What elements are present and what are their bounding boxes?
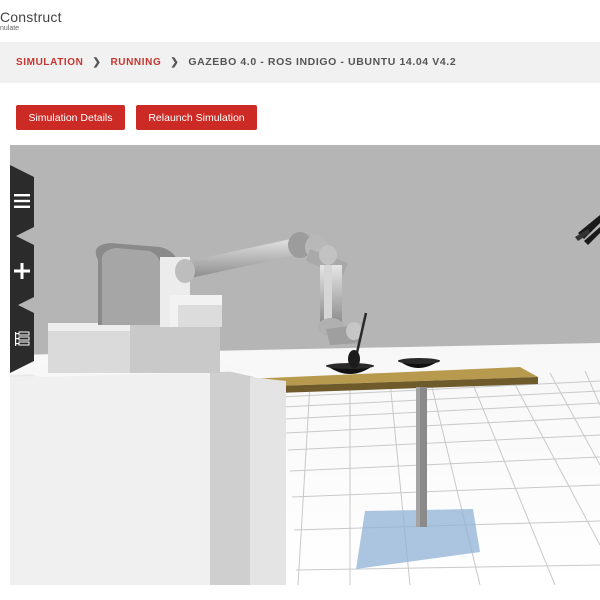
brand-logo[interactable]: Construct nulate	[0, 9, 62, 32]
brand-name: Construct	[0, 9, 62, 25]
gazebo-scene	[10, 145, 600, 585]
menu-icon[interactable]	[10, 187, 34, 215]
simulation-viewport[interactable]	[10, 145, 600, 585]
breadcrumb-current: GAZEBO 4.0 - ROS INDIGO - UBUNTU 14.04 V…	[188, 56, 457, 68]
breadcrumb: SIMULATION ❯ RUNNING ❯ GAZEBO 4.0 - ROS …	[16, 56, 456, 68]
breadcrumb-bar: SIMULATION ❯ RUNNING ❯ GAZEBO 4.0 - ROS …	[0, 42, 600, 83]
viewport-toolbar	[10, 165, 34, 373]
relaunch-simulation-button[interactable]: Relaunch Simulation	[136, 105, 257, 130]
top-bar: Construct nulate	[0, 0, 600, 42]
chevron-right-icon: ❯	[92, 56, 102, 68]
brand-tagline: nulate	[0, 25, 20, 32]
chevron-right-icon: ❯	[170, 56, 180, 68]
simulation-details-button[interactable]: Simulation Details	[16, 105, 125, 130]
plus-icon[interactable]	[10, 257, 34, 285]
layers-tree-icon[interactable]	[10, 325, 34, 353]
breadcrumb-item-simulation[interactable]: SIMULATION	[16, 57, 83, 68]
robot-cabinet	[10, 361, 286, 585]
breadcrumb-item-running[interactable]: RUNNING	[110, 57, 161, 68]
